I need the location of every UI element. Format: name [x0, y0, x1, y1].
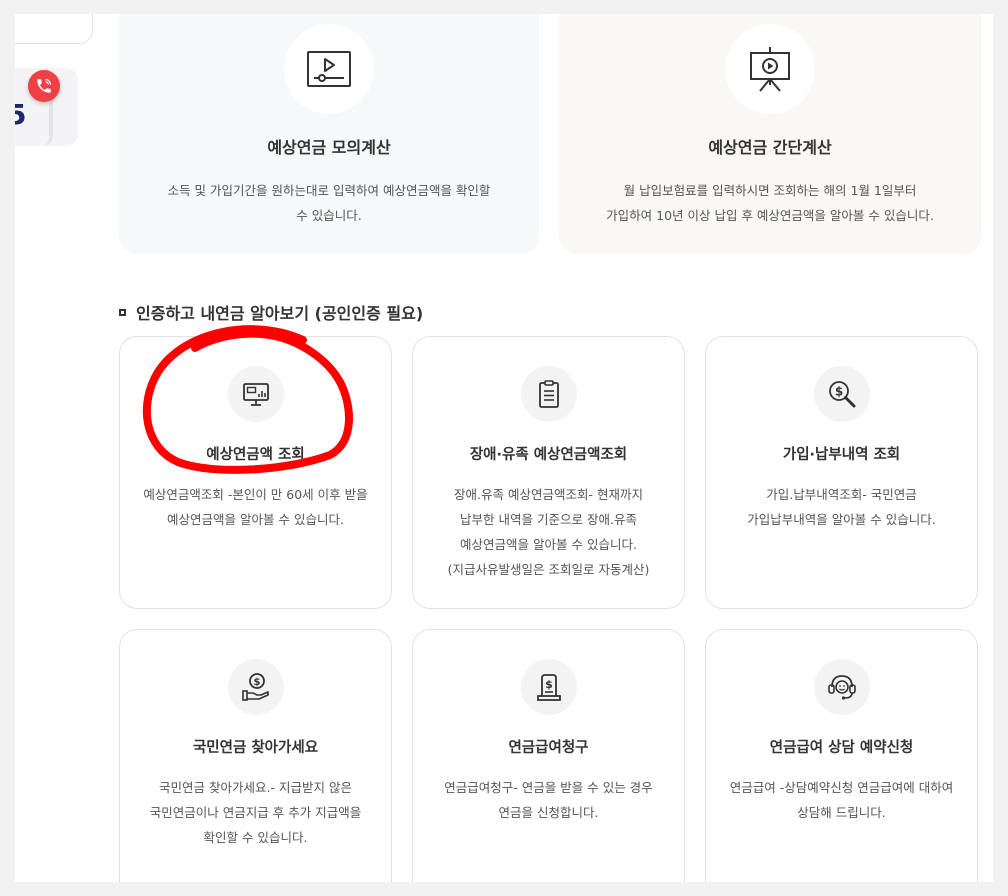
desc-line: 월 납입보험료를 입력하시면 조회하는 해의 1월 1일부터	[623, 183, 917, 198]
desc-line: 연금을 신청합니다.	[498, 805, 599, 820]
page-frame: 5 예상연금 모의계산 소득 및 가입기간을 원하는대로 입력하여 예상연금액을…	[15, 14, 993, 882]
card-description: 연금급여청구- 연금을 받을 수 있는 경우 연금을 신청합니다.	[427, 775, 670, 825]
card-title: 가입·납부내역 조회	[782, 447, 901, 463]
simple-calc-card[interactable]: 예상연금 간단계산 월 납입보험료를 입력하시면 조회하는 해의 1월 1일부터…	[559, 14, 981, 254]
section-title: 인증하고 내연금 알아보기 (공인인증 필요)	[136, 304, 424, 323]
card-description: 예상연금액조회 -본인이 만 60세 이후 받을 예상연금액을 알아볼 수 있습…	[134, 482, 377, 532]
disability-survivor-inquiry-card[interactable]: 장애·유족 예상연금액조회 장애.유족 예상연금액조회- 현재까지 납부한 내역…	[412, 336, 685, 609]
find-pension-card[interactable]: $ 국민연금 찾아가세요 국민연금 찾아가세요.- 지급받지 않은 국민연금이나…	[119, 629, 392, 882]
desc-line: 상담해 드립니다.	[797, 805, 886, 820]
desc-line: 국민연금 찾아가세요.- 지급받지 않은	[159, 780, 352, 795]
desc-line: 예상연금액조회 -본인이 만 60세 이후 받을	[143, 487, 368, 502]
desc-line: 납부한 내역을 기준으로 장애.유족	[460, 512, 637, 527]
side-widget-digit: 5	[15, 98, 27, 131]
section-heading: 인증하고 내연금 알아보기 (공인인증 필요)	[119, 300, 423, 324]
square-bullet-icon	[119, 308, 126, 316]
expected-pension-inquiry-card[interactable]: 예상연금액 조회 예상연금액조회 -본인이 만 60세 이후 받을 예상연금액을…	[119, 336, 392, 609]
card-description: 소득 및 가입기간을 원하는대로 입력하여 예상연금액을 확인할 수 있습니다.	[149, 178, 509, 228]
card-description: 월 납입보험료를 입력하시면 조회하는 해의 1월 1일부터 가입하여 10년 …	[589, 178, 951, 228]
desc-line: (지급사유발생일은 조회일로 자동계산)	[447, 562, 650, 577]
presentation-board-icon	[725, 24, 815, 114]
desc-line: 소득 및 가입기간을 원하는대로 입력하여 예상연금액을 확인할	[167, 183, 491, 198]
money-magnifier-icon: $	[813, 366, 870, 422]
money-document-icon: $	[520, 659, 577, 715]
desc-line: 국민연금이나 연금지급 후 추가 지급액을	[149, 805, 362, 820]
desc-line: 연금급여 -상담예약신청 연금급여에 대하여	[729, 780, 954, 795]
desc-line: 가입납부내역을 알아볼 수 있습니다.	[747, 512, 936, 527]
pension-benefit-claim-card[interactable]: $ 연금급여청구 연금급여청구- 연금을 받을 수 있는 경우 연금을 신청합니…	[412, 629, 685, 882]
monitor-chart-icon	[227, 366, 284, 422]
desc-line: 확인할 수 있습니다.	[203, 830, 308, 845]
desc-line: 수 있습니다.	[296, 208, 362, 223]
desc-line: 연금급여청구- 연금을 받을 수 있는 경우	[444, 780, 653, 795]
consultation-reservation-card[interactable]: 연금급여 상담 예약신청 연금급여 -상담예약신청 연금급여에 대하여 상담해 …	[705, 629, 978, 882]
video-player-icon	[284, 24, 374, 114]
card-title: 연금급여 상담 예약신청	[769, 740, 914, 756]
card-title: 예상연금 간단계산	[708, 138, 832, 157]
card-description: 가입.납부내역조회- 국민연금 가입납부내역을 알아볼 수 있습니다.	[720, 482, 963, 532]
card-description: 연금급여 -상담예약신청 연금급여에 대하여 상담해 드립니다.	[720, 775, 963, 825]
desc-line: 예상연금액을 알아볼 수 있습니다.	[167, 512, 344, 527]
subscription-payment-inquiry-card[interactable]: $ 가입·납부내역 조회 가입.납부내역조회- 국민연금 가입납부내역을 알아볼…	[705, 336, 978, 609]
svg-text:$: $	[834, 385, 842, 399]
desc-line: 가입.납부내역조회- 국민연금	[766, 487, 917, 502]
side-widget-top[interactable]	[15, 14, 93, 44]
simulation-calc-card[interactable]: 예상연금 모의계산 소득 및 가입기간을 원하는대로 입력하여 예상연금액을 확…	[119, 14, 539, 254]
card-title: 국민연금 찾아가세요	[192, 740, 319, 756]
card-description: 국민연금 찾아가세요.- 지급받지 않은 국민연금이나 연금지급 후 추가 지급…	[134, 775, 377, 850]
svg-text:$: $	[253, 677, 260, 688]
phone-call-icon[interactable]	[28, 70, 60, 102]
clipboard-document-icon	[520, 366, 577, 422]
hand-coin-icon: $	[227, 659, 284, 715]
desc-line: 예상연금액을 알아볼 수 있습니다.	[460, 537, 637, 552]
headset-consult-icon	[813, 659, 870, 715]
desc-line: 장애.유족 예상연금액조회- 현재까지	[454, 487, 643, 502]
card-description: 장애.유족 예상연금액조회- 현재까지 납부한 내역을 기준으로 장애.유족 예…	[427, 482, 670, 582]
card-title: 연금급여청구	[508, 740, 589, 756]
card-title: 장애·유족 예상연금액조회	[469, 447, 628, 463]
card-title: 예상연금액 조회	[206, 447, 305, 463]
desc-line: 가입하여 10년 이상 납입 후 예상연금액을 알아볼 수 있습니다.	[606, 208, 934, 223]
card-title: 예상연금 모의계산	[267, 138, 391, 157]
svg-text:$: $	[545, 678, 553, 691]
